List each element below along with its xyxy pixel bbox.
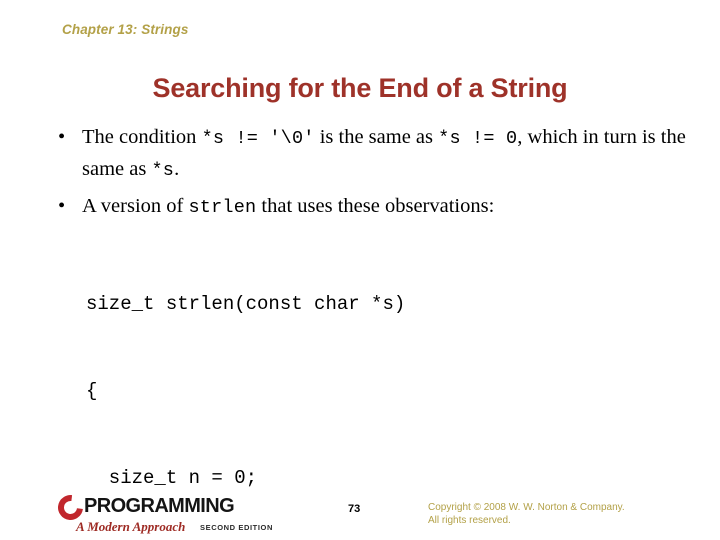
list-item: • A version of strlen that uses these ob… bbox=[50, 191, 690, 223]
bullet-segment: that uses these observations: bbox=[256, 195, 495, 217]
bullet-segment: A version of bbox=[82, 195, 189, 217]
copyright-notice: Copyright © 2008 W. W. Norton & Company.… bbox=[428, 501, 625, 527]
inline-code: *s != 0 bbox=[438, 128, 518, 149]
logo-wordmark: PROGRAMMING bbox=[84, 495, 235, 517]
bullet-segment: . bbox=[174, 158, 180, 180]
bullet-marker-icon: • bbox=[58, 195, 66, 217]
page-number: 73 bbox=[348, 503, 361, 515]
page-title: Searching for the End of a String bbox=[152, 73, 568, 103]
logo-edition: SECOND EDITION bbox=[200, 523, 273, 532]
bullet-segment: is the same as bbox=[314, 126, 439, 148]
code-line: size_t strlen(const char *s) bbox=[86, 293, 406, 315]
code-line: { bbox=[86, 380, 98, 402]
inline-code: *s bbox=[151, 160, 175, 181]
copyright-line: Copyright © 2008 W. W. Norton & Company. bbox=[428, 502, 625, 513]
code-line: size_t n = 0; bbox=[86, 467, 258, 489]
slide-canvas: Chapter 13: Strings Searching for the En… bbox=[0, 0, 720, 540]
list-item: • The condition *s != '\0' is the same a… bbox=[50, 122, 690, 186]
bullet-list: • The condition *s != '\0' is the same a… bbox=[50, 122, 690, 223]
chapter-header: Chapter 13: Strings bbox=[62, 22, 189, 37]
slide-footer: PROGRAMMING A Modern Approach SECOND EDI… bbox=[0, 489, 720, 540]
copyright-line: All rights reserved. bbox=[428, 515, 511, 526]
bullet-text: The condition *s != '\0' is the same as … bbox=[82, 122, 690, 186]
bullet-marker-icon: • bbox=[58, 126, 66, 148]
bullet-segment: The condition bbox=[82, 126, 202, 148]
inline-code: *s != '\0' bbox=[201, 128, 315, 149]
book-logo: PROGRAMMING A Modern Approach SECOND EDI… bbox=[52, 489, 288, 538]
logo-subtitle: A Modern Approach bbox=[76, 519, 186, 534]
inline-code: strlen bbox=[188, 197, 257, 218]
bullet-text: A version of strlen that uses these obse… bbox=[82, 191, 690, 223]
